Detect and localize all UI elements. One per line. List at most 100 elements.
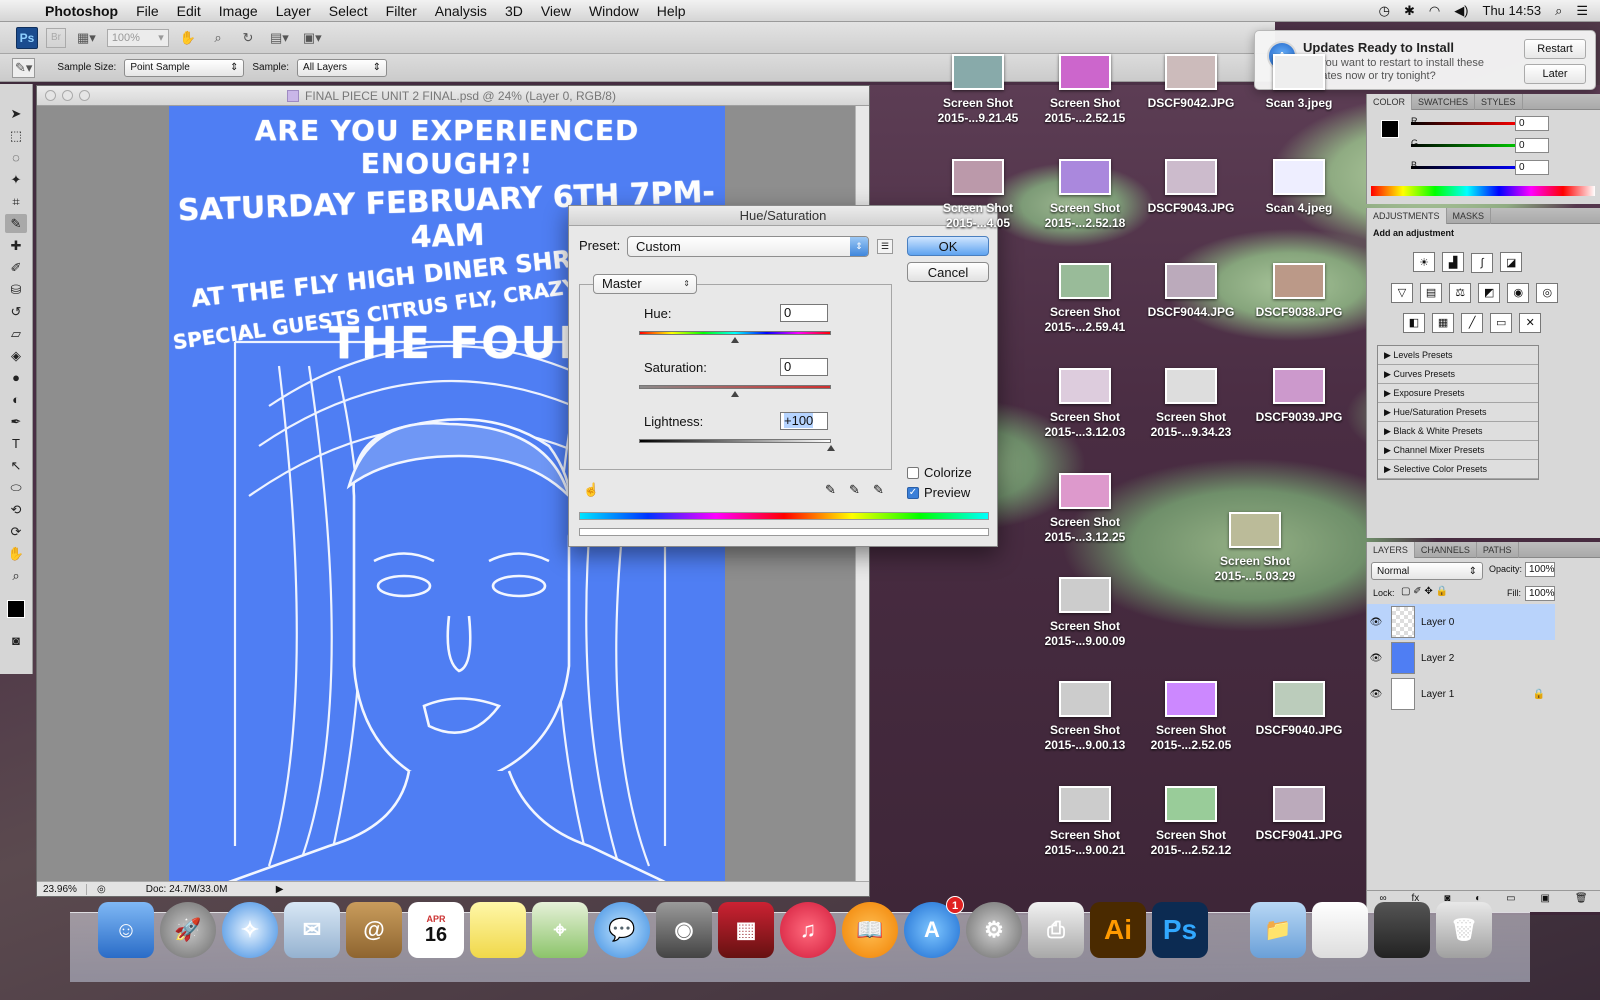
screen-mode-icon[interactable]: ▣▾ (300, 28, 325, 48)
visibility-eye-icon[interactable]: 👁 (1367, 617, 1385, 628)
desktop-file-icon[interactable]: Screen Shot 2015-...2.52.15 (1032, 54, 1138, 126)
hand-tool-icon[interactable]: ✋ (5, 544, 27, 563)
menu-file[interactable]: File (127, 3, 168, 19)
blur-tool-icon[interactable]: ● (5, 368, 27, 387)
saturation-input[interactable]: 0 (780, 358, 828, 376)
tab-swatches[interactable]: SWATCHES (1412, 93, 1476, 110)
foreground-color-swatch[interactable] (1381, 120, 1399, 138)
contacts-icon[interactable]: @ (346, 902, 402, 958)
group-icon[interactable]: ▭ (1506, 893, 1515, 906)
finder-icon[interactable]: ☺ (98, 902, 154, 958)
layer-row-layer-1[interactable]: 👁 Layer 1 🔒 (1367, 676, 1555, 712)
menu-edit[interactable]: Edit (168, 3, 210, 19)
hue-input[interactable]: 0 (780, 304, 828, 322)
posterize-icon[interactable]: ▦ (1432, 312, 1455, 333)
eyedropper-tool-icon[interactable]: ✎ (5, 214, 27, 233)
photo-booth-icon[interactable]: ▦ (718, 902, 774, 958)
saturation-slider-thumb[interactable] (731, 391, 739, 397)
invert-icon[interactable]: ◧ (1403, 312, 1425, 333)
menu-select[interactable]: Select (320, 3, 377, 19)
wifi-icon[interactable]: ◠ (1429, 3, 1440, 19)
blue-input[interactable]: 0 (1515, 160, 1549, 175)
tab-styles[interactable]: STYLES (1475, 93, 1523, 110)
preset-levels[interactable]: ▶ Levels Presets (1378, 345, 1538, 365)
color-ramp[interactable] (1371, 186, 1595, 196)
desktop-file-icon[interactable]: Screen Shot 2015-...9.21.45 (925, 54, 1031, 126)
desktop-file-icon[interactable]: Screen Shot 2015-...2.52.05 (1138, 681, 1244, 753)
desktop-file-icon[interactable]: Screen Shot 2015-...9.00.21 (1032, 786, 1138, 858)
visibility-eye-icon[interactable]: 👁 (1367, 653, 1385, 664)
opacity-input[interactable]: 100% (1525, 562, 1555, 577)
view-extras-icon[interactable]: ▦▾ (74, 28, 99, 48)
3d-orbit-tool-icon[interactable]: ⟳ (5, 522, 27, 541)
documents-folder-icon[interactable]: 📁 (1250, 902, 1306, 958)
desktop-file-icon[interactable]: DSCF9040.JPG (1246, 681, 1352, 738)
crop-tool-icon[interactable]: ⌗ (5, 192, 27, 211)
desktop-file-icon[interactable]: DSCF9041.JPG (1246, 786, 1352, 843)
targeted-adjustment-hand-icon[interactable]: ☝ (583, 482, 599, 498)
gradient-map-icon[interactable]: ▭ (1490, 312, 1513, 333)
maps-icon[interactable]: ⌖ (532, 902, 588, 958)
path-selection-tool-icon[interactable]: ↖ (5, 456, 27, 475)
brush-tool-icon[interactable]: ✐ (5, 258, 27, 277)
lightness-input[interactable]: +100 (780, 412, 828, 430)
illustrator-icon[interactable]: Ai (1090, 902, 1146, 958)
3d-rotate-tool-icon[interactable]: ⟲ (5, 500, 27, 519)
rotate-view-icon[interactable]: ↻ (237, 28, 259, 48)
menu-view[interactable]: View (532, 3, 580, 19)
eyedropper-preset-icon[interactable]: ✎▾ (12, 57, 36, 78)
app-store-icon[interactable]: A 1 (904, 896, 964, 958)
preset-curves[interactable]: ▶ Curves Presets (1378, 364, 1538, 384)
shape-tool-icon[interactable]: ⬭ (5, 478, 27, 497)
lightness-slider-thumb[interactable] (827, 445, 835, 451)
desktop-file-icon[interactable]: Screen Shot 2015-...3.12.25 (1032, 473, 1138, 545)
layer-row-layer-0[interactable]: 👁 Layer 0 (1367, 604, 1555, 640)
saturation-slider[interactable] (639, 385, 831, 389)
messages-icon[interactable]: 💬 (594, 902, 650, 958)
move-tool-icon[interactable]: ➤ (5, 104, 27, 123)
quick-mask-icon[interactable]: ◙ (5, 631, 27, 650)
desktop-file-icon[interactable]: Screen Shot 2015-...4.05 (925, 159, 1031, 231)
tab-masks[interactable]: MASKS (1447, 207, 1492, 224)
safari-icon[interactable]: ✧ (222, 902, 278, 958)
ibooks-icon[interactable]: 📖 (842, 902, 898, 958)
menu-image[interactable]: Image (210, 3, 267, 19)
downloads-stack-icon[interactable] (1312, 902, 1368, 958)
preset-selective-color[interactable]: ▶ Selective Color Presets (1378, 459, 1538, 479)
desktop-file-icon[interactable]: Screen Shot 2015-...5.03.29 (1202, 512, 1308, 584)
trash-icon[interactable]: 🗑 (1575, 893, 1588, 906)
hue-saturation-icon[interactable]: ▤ (1420, 282, 1443, 303)
desktop-file-icon[interactable]: Screen Shot 2015-...9.00.09 (1032, 577, 1138, 649)
eyedropper-subtract-icon[interactable]: ✎ (873, 482, 884, 498)
color-balance-icon[interactable]: ⚖ (1449, 282, 1472, 303)
system-preferences-icon[interactable]: ⚙ (966, 902, 1022, 958)
itunes-icon[interactable]: ♫ (780, 902, 836, 958)
black-white-icon[interactable]: ◩ (1478, 282, 1501, 303)
screenshot-stack-icon[interactable] (1374, 902, 1430, 958)
channel-select[interactable]: Master ⇕ (593, 274, 697, 294)
arrange-documents-icon[interactable]: ▤▾ (267, 28, 292, 48)
printer-icon[interactable]: ⎙ (1028, 902, 1084, 958)
notification-center-icon[interactable]: ☰ (1576, 3, 1588, 19)
spotlight-search-icon[interactable]: ⌕ (1555, 3, 1562, 19)
desktop-file-icon[interactable]: Screen Shot 2015-...2.52.18 (1032, 159, 1138, 231)
notes-icon[interactable] (470, 902, 526, 958)
menu-filter[interactable]: Filter (377, 3, 426, 19)
red-slider[interactable] (1411, 122, 1521, 125)
clone-stamp-tool-icon[interactable]: ⛁ (5, 280, 27, 299)
sample-size-select[interactable]: Point Sample ⇕ (124, 58, 245, 77)
preset-exposure[interactable]: ▶ Exposure Presets (1378, 383, 1538, 403)
mail-icon[interactable]: ✉ (284, 902, 340, 958)
clock[interactable]: Thu 14:53 (1483, 3, 1542, 18)
desktop-file-icon[interactable]: Screen Shot 2015-...2.59.41 (1032, 263, 1138, 335)
threshold-icon[interactable]: ╱ (1461, 312, 1484, 333)
magic-wand-tool-icon[interactable]: ✦ (5, 170, 27, 189)
desktop-file-icon[interactable]: Screen Shot 2015-...3.12.03 (1032, 368, 1138, 440)
brightness-contrast-icon[interactable]: ☀ (1413, 252, 1435, 272)
menu-analysis[interactable]: Analysis (426, 3, 496, 19)
desktop-file-icon[interactable]: Scan 4.jpeg (1246, 159, 1352, 216)
hue-slider[interactable] (639, 331, 831, 335)
desktop-file-icon[interactable]: Scan 3.jpeg (1246, 54, 1352, 111)
facetime-icon[interactable]: ◉ (656, 902, 712, 958)
cancel-button[interactable]: Cancel (907, 262, 989, 282)
